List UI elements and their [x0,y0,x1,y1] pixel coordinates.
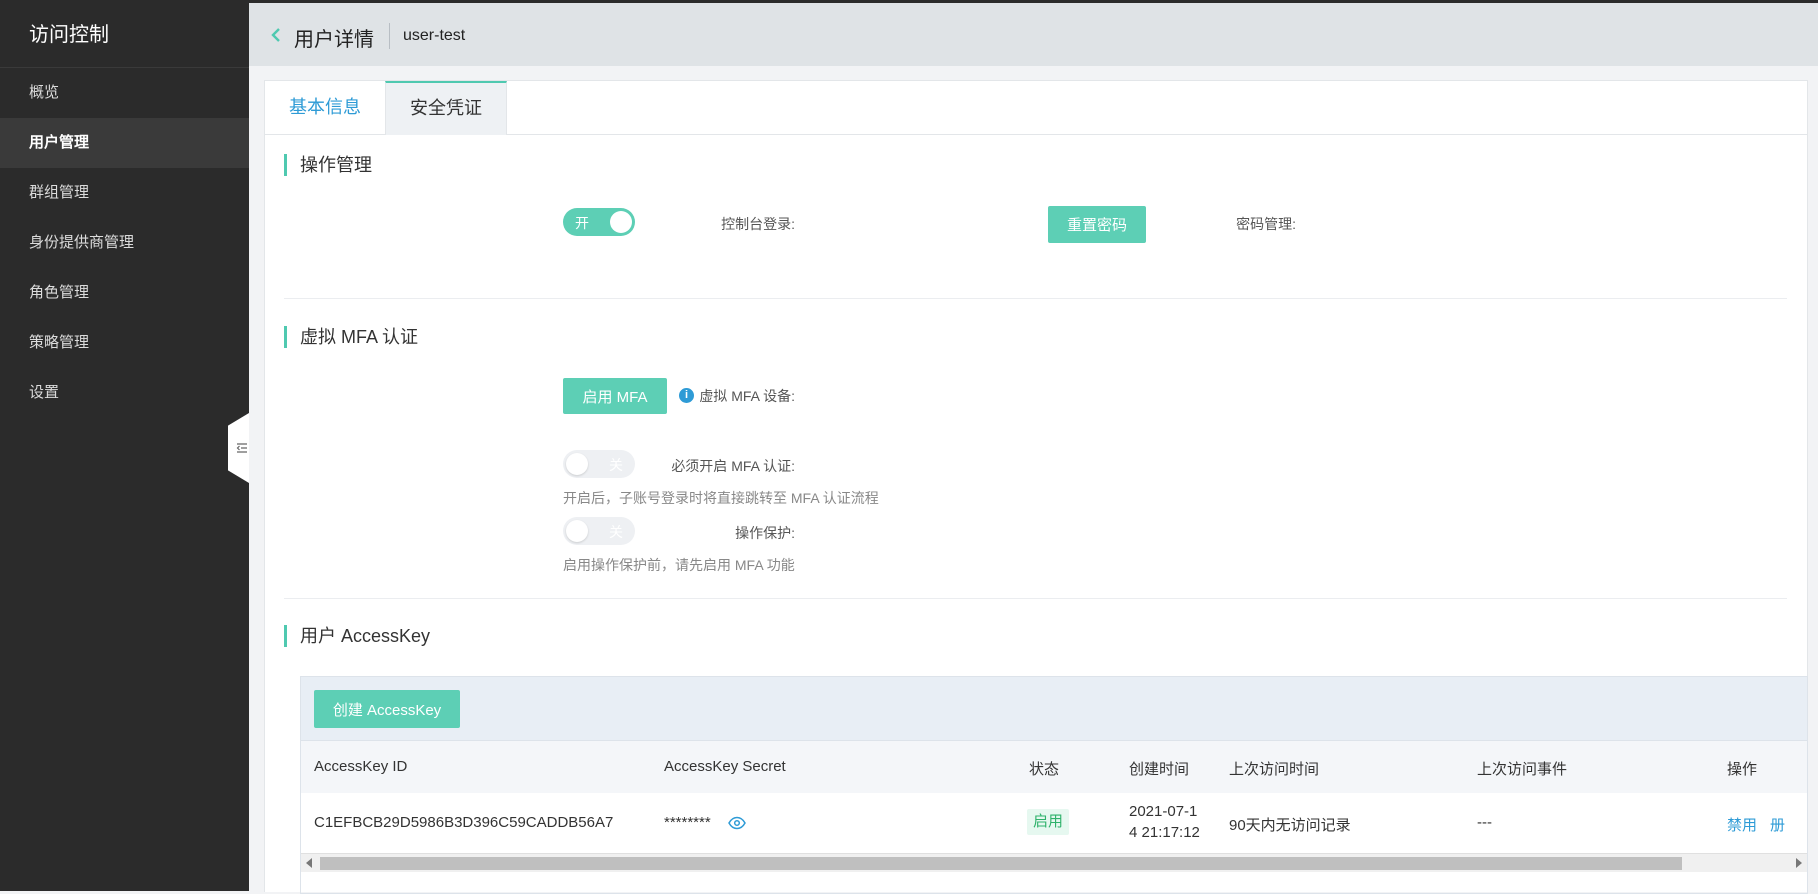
created-time-line2: 4 21:17:12 [1129,824,1200,841]
scroll-right-arrow[interactable] [1796,858,1802,868]
tab-bar: 基本信息 安全凭证 [265,81,1807,135]
create-accesskey-button[interactable]: 创建 AccessKey [314,690,460,728]
sidebar: 访问控制 概览 用户管理 群组管理 身份提供商管理 角色管理 策略管理 设置 [0,3,249,891]
scroll-left-arrow[interactable] [306,858,312,868]
section-title-operation: 操作管理 [284,154,372,176]
column-header-created: 创建时间 [1129,761,1190,778]
column-header-actions: 操作 [1727,761,1758,778]
operation-protect-hint: 启用操作保护前，请先启用 MFA 功能 [563,557,795,573]
column-header-last-access: 上次访问时间 [1229,761,1320,778]
user-name: user-test [403,27,466,44]
chevron-left-icon[interactable] [269,27,283,43]
toggle-knob [566,453,588,475]
status-badge: 启用 [1027,809,1070,835]
mfa-device-label: 虚拟 MFA 设备: [699,388,795,404]
accesskey-toolbar: 创建 AccessKey [301,677,1807,740]
tab-security-credentials[interactable]: 安全凭证 [385,81,507,135]
toggle-knob [566,520,588,542]
toggle-state-text: 关 [609,524,623,540]
sidebar-item-policies[interactable]: 策略管理 [0,318,249,368]
sidebar-item-settings[interactable]: 设置 [0,368,249,418]
section-divider [284,298,1787,299]
operation-protect-label: 操作保护: [735,525,795,541]
scrollbar-thumb[interactable] [320,857,1682,870]
toggle-state-text: 关 [609,457,623,473]
tab-basic-info[interactable]: 基本信息 [265,81,385,134]
collapse-icon [236,443,247,453]
disable-accesskey-link[interactable]: 禁用 [1727,814,1757,835]
horizontal-scrollbar[interactable] [301,853,1807,872]
info-icon[interactable]: i [679,388,694,403]
page-header: 用户详情 user-test [249,3,1818,66]
last-access-time: 90天内无访问记录 [1229,817,1351,834]
column-header-last-event: 上次访问事件 [1477,761,1568,778]
header-divider [389,23,390,49]
section-title-mfa: 虚拟 MFA 认证 [284,326,418,348]
eye-icon[interactable] [728,816,746,830]
sidebar-item-users[interactable]: 用户管理 [0,118,249,168]
column-header-id: AccessKey ID [314,758,408,775]
sidebar-item-overview[interactable]: 概览 [0,68,249,118]
mfa-required-label: 必须开启 MFA 认证: [671,458,795,474]
accesskey-id: C1EFBCB29D5986B3D396C59CADDB56A7 [314,814,614,831]
section-divider [284,598,1787,599]
mfa-required-toggle[interactable]: 关 [563,450,635,478]
sidebar-item-identity-providers[interactable]: 身份提供商管理 [0,218,249,268]
table-header: AccessKey ID AccessKey Secret 状态 创建时间 上次… [301,740,1807,794]
content-panel: 基本信息 安全凭证 操作管理 控制台登录: 开 密码管理: 重置密码 虚拟 MF… [264,80,1808,894]
last-access-event: --- [1477,814,1492,831]
password-label: 密码管理: [1236,216,1296,232]
toggle-state-text: 开 [575,215,589,231]
created-time-line1: 2021-07-1 [1129,803,1198,820]
enable-mfa-button[interactable]: 启用 MFA [563,378,667,414]
toggle-knob [610,211,632,233]
accesskey-secret: ******** [664,814,711,831]
mfa-required-hint: 开启后，子账号登录时将直接跳转至 MFA 认证流程 [563,490,879,506]
table-row: C1EFBCB29D5986B3D396C59CADDB56A7 *******… [301,793,1807,853]
column-header-status: 状态 [1029,761,1060,778]
section-title-accesskey: 用户 AccessKey [284,625,430,647]
console-login-label: 控制台登录: [721,216,795,232]
reset-password-button[interactable]: 重置密码 [1048,206,1146,243]
accesskey-table: 创建 AccessKey AccessKey ID AccessKey Secr… [300,676,1808,894]
sidebar-title: 访问控制 [0,3,249,68]
sidebar-item-groups[interactable]: 群组管理 [0,168,249,218]
operation-protect-toggle[interactable]: 关 [563,517,635,545]
column-header-secret: AccessKey Secret [664,758,786,775]
page-title: 用户详情 [294,29,374,51]
delete-accesskey-link[interactable]: 册 [1770,814,1785,835]
console-login-toggle[interactable]: 开 [563,208,635,236]
sidebar-item-roles[interactable]: 角色管理 [0,268,249,318]
